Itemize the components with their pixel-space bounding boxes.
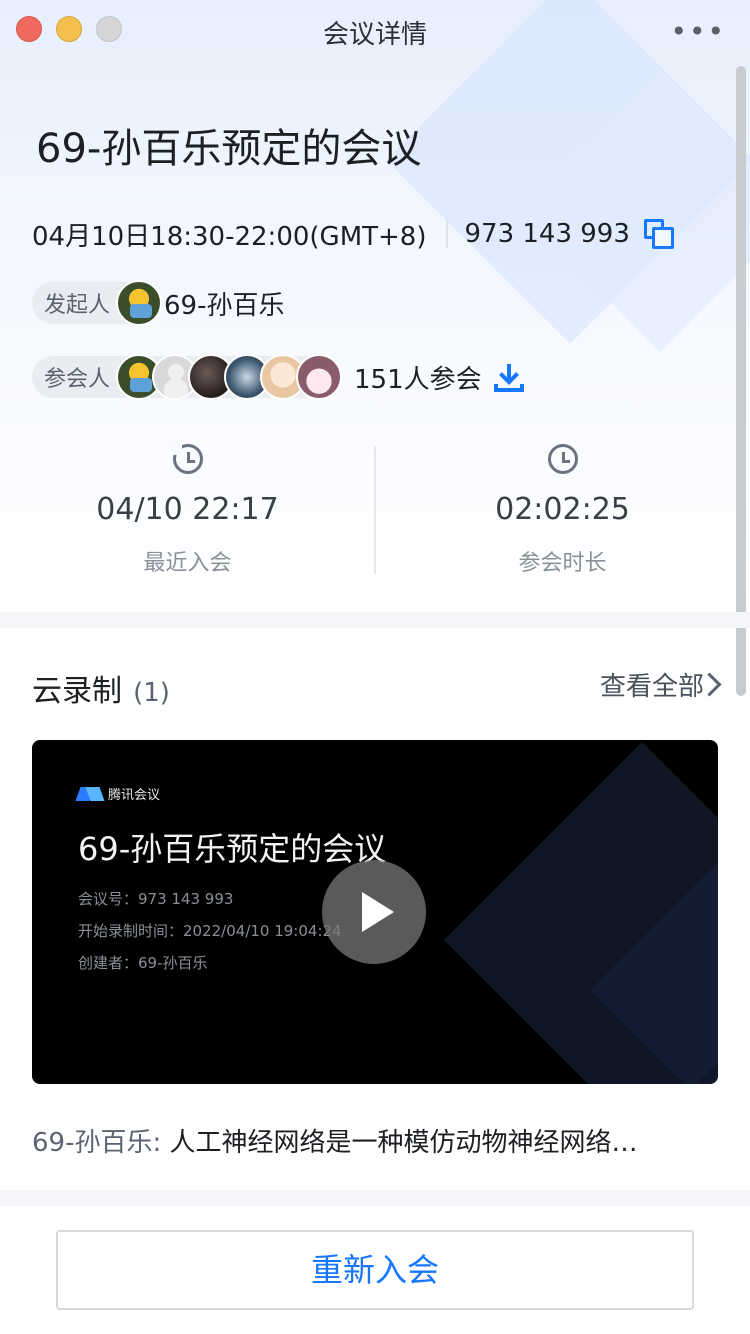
window-title: 会议详情 <box>322 20 427 50</box>
video-record-start: 开始录制时间：2022/04/10 19:04:24 <box>78 922 342 940</box>
more-options-button[interactable]: ••• <box>670 18 726 46</box>
meeting-number: 973 143 993 <box>464 219 630 249</box>
download-icon[interactable] <box>493 362 524 392</box>
footer: 重新入会 <box>0 1206 750 1334</box>
recording-summary[interactable]: 69-孙百乐: 人工神经网络是一种模仿动物神经网络… <box>32 1122 718 1159</box>
duration-value: 02:02:25 <box>495 492 630 527</box>
stats-panel: 04/10 22:17 最近入会 02:02:25 参会时长 <box>0 440 750 580</box>
recent-join-stat: 04/10 22:17 最近入会 <box>0 440 375 577</box>
section-separator <box>0 612 750 628</box>
duration-stat: 02:02:25 参会时长 <box>375 440 750 577</box>
video-meeting-number: 会议号：973 143 993 <box>78 890 234 908</box>
clock-icon <box>547 444 578 474</box>
copy-icon[interactable] <box>643 219 674 249</box>
attendees-label: 参会人 <box>44 367 111 392</box>
recent-join-label: 最近入会 <box>143 551 232 576</box>
meeting-time: 04月10日18:30-22:00(GMT+8) <box>32 221 427 252</box>
play-icon[interactable] <box>322 860 426 964</box>
logo-text: 腾讯会议 <box>108 788 161 803</box>
view-all-link[interactable]: 查看全部 <box>600 666 704 703</box>
video-title: 69-孙百乐预定的会议 <box>78 830 387 868</box>
recording-header: 云录制 (1) 查看全部 <box>32 666 722 714</box>
attendee-avatar <box>296 354 343 400</box>
summary-text: 人工神经网络是一种模仿动物神经网络… <box>169 1128 638 1158</box>
summary-author: 69-孙百乐: <box>32 1128 162 1158</box>
meeting-title: 69-孙百乐预定的会议 <box>36 126 422 172</box>
meeting-detail-window: 会议详情 ••• 69-孙百乐预定的会议 04月10日18:30-22:00(G… <box>0 0 750 1334</box>
meeting-time-row: 04月10日18:30-22:00(GMT+8) 973 143 993 <box>32 212 674 256</box>
recording-count: (1) <box>133 678 170 708</box>
history-icon <box>171 444 203 474</box>
attendee-count[interactable]: 151人参会 <box>354 359 482 396</box>
divider <box>446 220 449 248</box>
attendees-pill[interactable]: 参会人 <box>32 354 343 400</box>
attendees-row: 参会人 151人参会 <box>32 354 524 400</box>
host-row: 发起人 69-孙百乐 <box>32 280 285 326</box>
rejoin-button[interactable]: 重新入会 <box>56 1230 694 1310</box>
titlebar: 会议详情 ••• <box>0 0 750 64</box>
video-creator: 创建者：69-孙百乐 <box>78 954 208 972</box>
duration-label: 参会时长 <box>518 551 607 576</box>
host-name: 69-孙百乐 <box>164 290 285 321</box>
recent-join-value: 04/10 22:17 <box>96 492 279 527</box>
logo-icon <box>78 787 104 801</box>
host-avatar <box>116 280 163 326</box>
scrollbar-thumb[interactable] <box>736 66 746 696</box>
recording-section-title: 云录制 <box>32 666 122 714</box>
host-pill[interactable]: 发起人 <box>32 280 163 326</box>
host-label: 发起人 <box>44 293 111 318</box>
tencent-meeting-logo: 腾讯会议 <box>78 784 160 803</box>
recording-video-thumbnail[interactable]: 腾讯会议 69-孙百乐预定的会议 会议号：973 143 993 开始录制时间：… <box>32 740 718 1084</box>
section-separator <box>0 1190 750 1206</box>
